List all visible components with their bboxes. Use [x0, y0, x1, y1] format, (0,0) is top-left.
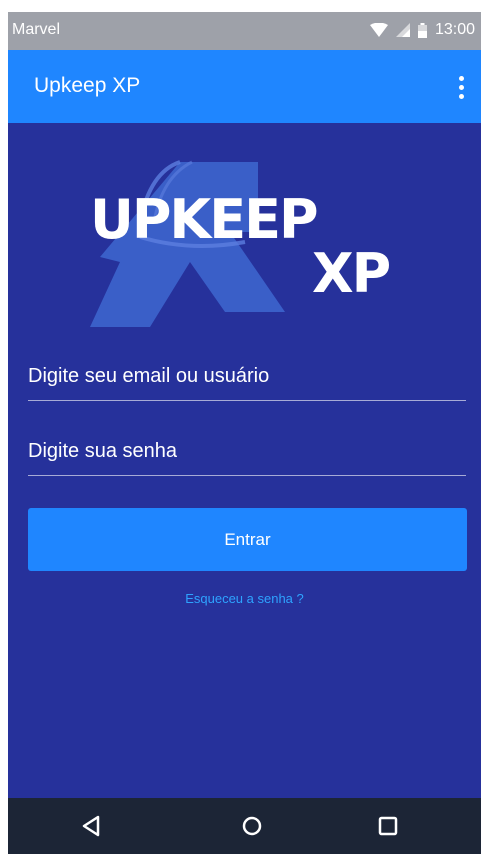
app-title: Upkeep XP: [34, 74, 141, 97]
email-field[interactable]: Digite seu email ou usuário: [28, 365, 466, 401]
status-bar: Marvel 13:00: [8, 12, 481, 50]
email-placeholder: Digite seu email ou usuário: [28, 365, 270, 387]
login-button[interactable]: Entrar: [28, 508, 467, 571]
app-bar: Upkeep XP: [8, 50, 481, 123]
clock: 13:00: [434, 21, 475, 38]
recent-apps-icon[interactable]: [374, 812, 402, 840]
status-icons: 13:00: [369, 21, 475, 39]
carrier-name: Marvel: [12, 21, 61, 38]
wifi-icon: [369, 23, 388, 37]
upkeep-xp-logo: UPKEEP XP: [90, 160, 392, 327]
phone-screen: Marvel 13:00 Upkeep XP UPKEEP XP Digite …: [8, 12, 481, 854]
signal-icon: [395, 23, 410, 37]
battery-icon: [417, 22, 427, 38]
logo-text-upkeep: UPKEEP: [90, 188, 317, 251]
home-icon[interactable]: [238, 812, 266, 840]
more-vert-icon[interactable]: [449, 70, 473, 104]
logo-text-xp: XP: [312, 242, 390, 305]
password-placeholder: Digite sua senha: [28, 440, 177, 462]
login-button-label: Entrar: [224, 529, 271, 549]
navigation-bar: [8, 798, 481, 854]
forgot-password-link[interactable]: Esqueceu a senha ?: [8, 591, 481, 606]
back-icon[interactable]: [78, 812, 106, 840]
password-field[interactable]: Digite sua senha: [28, 440, 466, 476]
